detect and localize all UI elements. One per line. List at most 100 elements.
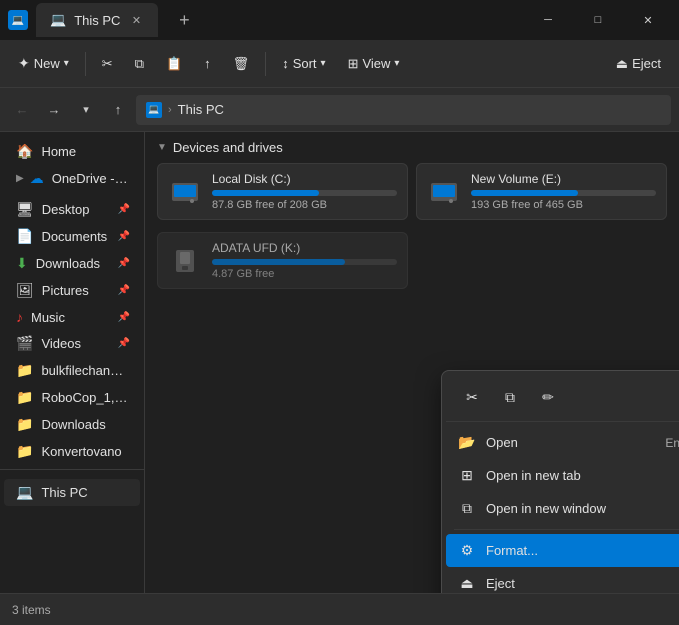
pictures-pin-icon: 📌: [118, 285, 130, 296]
sidebar-item-downloads[interactable]: ⬇ Downloads 📌: [4, 250, 140, 277]
breadcrumb-separator: ›: [168, 104, 172, 116]
this-pc-icon: 💻: [16, 484, 33, 501]
view-dropdown-icon: ▾: [394, 58, 399, 69]
section-devices-drives: ▼ Devices and drives: [157, 140, 667, 155]
eject-button[interactable]: ⏏ Eject: [606, 50, 671, 78]
sidebar-item-downloads2[interactable]: 📁 Downloads: [4, 411, 140, 438]
ctx-open-icon: 📂: [458, 434, 476, 451]
new-button[interactable]: ✦ New ▾: [8, 49, 79, 78]
forward-button[interactable]: →: [40, 96, 68, 124]
context-toolbar: ✂ ⧉ ✏: [446, 377, 679, 422]
share-icon: ↑: [204, 56, 211, 71]
sidebar-music-label: Music: [31, 310, 110, 325]
window-controls: ─ □ ✕: [525, 0, 671, 40]
share-button[interactable]: ↑: [194, 50, 221, 77]
ctx-cut-icon: ✂: [466, 389, 478, 406]
drive-c-bar-fill: [212, 190, 319, 196]
ctx-format-item[interactable]: ⚙ Format...: [446, 534, 679, 567]
sidebar-item-konvertovano[interactable]: 📁 Konvertovano: [4, 438, 140, 465]
ctx-format-icon: ⚙: [458, 542, 476, 559]
desktop-pin-icon: 📌: [118, 204, 130, 215]
drive-c-free: 87.8 GB free of 208 GB: [212, 199, 397, 211]
ctx-open-new-tab-label: Open in new tab: [486, 468, 581, 483]
maximize-button[interactable]: □: [575, 0, 621, 40]
new-tab-button[interactable]: +: [170, 6, 198, 34]
copy-button[interactable]: ⧉: [125, 50, 154, 78]
minimize-button[interactable]: ─: [525, 0, 571, 40]
sidebar-item-videos[interactable]: 🎬 Videos 📌: [4, 330, 140, 357]
section-toggle[interactable]: ▼: [157, 142, 167, 153]
close-window-button[interactable]: ✕: [625, 0, 671, 40]
sort-button[interactable]: ↕ Sort ▾: [272, 50, 335, 77]
sidebar-item-music[interactable]: ♪ Music 📌: [4, 304, 140, 330]
drive-card-k[interactable]: ADATA UFD (K:) 4.87 GB free: [157, 232, 408, 289]
ctx-copy-button[interactable]: ⧉: [492, 381, 528, 413]
sidebar-onedrive-label: OneDrive - Persi: [52, 171, 130, 186]
drive-card-c[interactable]: Local Disk (C:) 87.8 GB free of 208 GB: [157, 163, 408, 220]
delete-button[interactable]: 🗑: [223, 50, 260, 78]
address-bar: ← → ▾ ↑ 💻 › This PC: [0, 88, 679, 132]
sidebar-item-desktop[interactable]: 🖥 Desktop 📌: [4, 196, 140, 223]
drive-e-name: New Volume (E:): [471, 172, 656, 186]
sidebar-item-onedrive[interactable]: ▶ ☁ OneDrive - Persi: [4, 165, 140, 192]
drive-card-e[interactable]: New Volume (E:) 193 GB free of 465 GB: [416, 163, 667, 220]
main-area: 🏠 Home ▶ ☁ OneDrive - Persi 🖥 Desktop 📌 …: [0, 132, 679, 593]
cut-button[interactable]: ✂: [92, 50, 123, 78]
drive-k-bar-bg: [212, 259, 397, 265]
videos-icon: 🎬: [16, 335, 33, 352]
sidebar-item-this-pc[interactable]: 💻 This PC: [4, 479, 140, 506]
sidebar-this-pc-label: This PC: [41, 485, 130, 500]
sidebar: 🏠 Home ▶ ☁ OneDrive - Persi 🖥 Desktop 📌 …: [0, 132, 145, 593]
ctx-open-new-tab-icon: ⊞: [458, 467, 476, 484]
toolbar: ✦ New ▾ ✂ ⧉ 📋 ↑ 🗑 ↕ Sort ▾ ⊞ View ▾ ⏏ Ej…: [0, 40, 679, 88]
sidebar-desktop-label: Desktop: [42, 202, 110, 217]
drive-c-bar-bg: [212, 190, 397, 196]
ctx-open-new-tab-item[interactable]: ⊞ Open in new tab: [446, 459, 679, 492]
copy-icon: ⧉: [135, 56, 144, 72]
tab-this-pc[interactable]: 💻 This PC ✕: [36, 3, 158, 37]
ctx-cut-button[interactable]: ✂: [454, 381, 490, 413]
sidebar-item-bulkfile[interactable]: 📁 bulkfilechanger-: [4, 357, 140, 384]
recent-locations-button[interactable]: ▾: [72, 96, 100, 124]
drive-c-icon: [168, 175, 202, 209]
address-path[interactable]: 💻 › This PC: [136, 95, 671, 125]
ctx-eject-item[interactable]: ⏏ Eject: [446, 567, 679, 593]
konvertovano-icon: 📁: [16, 443, 33, 460]
up-button[interactable]: ↑: [104, 96, 132, 124]
view-label: View: [362, 56, 390, 71]
separator-2: [265, 52, 266, 76]
sidebar-pictures-label: Pictures: [42, 283, 110, 298]
downloads2-icon: 📁: [16, 416, 33, 433]
new-label: New: [34, 56, 60, 71]
ctx-rename-button[interactable]: ✏: [530, 381, 566, 413]
close-tab-button[interactable]: ✕: [128, 12, 144, 28]
view-button[interactable]: ⊞ View ▾: [338, 50, 410, 78]
drive-k-icon: [168, 244, 202, 278]
sidebar-robocop-label: RoboCop_1, 2, 3...: [41, 390, 130, 405]
music-icon: ♪: [16, 309, 23, 325]
cut-icon: ✂: [102, 56, 113, 72]
sidebar-konvertovano-label: Konvertovano: [41, 444, 130, 459]
ctx-copy-icon: ⧉: [505, 389, 515, 406]
ctx-open-item[interactable]: 📂 Open Enter: [446, 426, 679, 459]
new-icon: ✦: [18, 55, 30, 72]
ctx-rename-icon: ✏: [542, 389, 554, 406]
back-button[interactable]: ←: [8, 96, 36, 124]
sidebar-item-robocop[interactable]: 📁 RoboCop_1, 2, 3...: [4, 384, 140, 411]
pictures-icon: 🖼: [16, 282, 34, 299]
eject-icon: ⏏: [616, 56, 628, 72]
downloads-icon: ⬇: [16, 255, 28, 272]
drive-c-name: Local Disk (C:): [212, 172, 397, 186]
ctx-open-shortcut: Enter: [665, 436, 679, 450]
sidebar-item-pictures[interactable]: 🖼 Pictures 📌: [4, 277, 140, 304]
sidebar-item-home[interactable]: 🏠 Home: [4, 138, 140, 165]
sidebar-item-documents[interactable]: 📄 Documents 📌: [4, 223, 140, 250]
drives-grid: Local Disk (C:) 87.8 GB free of 208 GB: [157, 163, 667, 220]
drive-e-bar-bg: [471, 190, 656, 196]
separator-1: [85, 52, 86, 76]
paste-button[interactable]: 📋: [156, 50, 192, 78]
onedrive-expander[interactable]: ▶: [16, 173, 24, 184]
ctx-open-new-window-item[interactable]: ⧉ Open in new window: [446, 492, 679, 525]
bulkfile-icon: 📁: [16, 362, 33, 379]
eject-label: Eject: [632, 56, 661, 71]
